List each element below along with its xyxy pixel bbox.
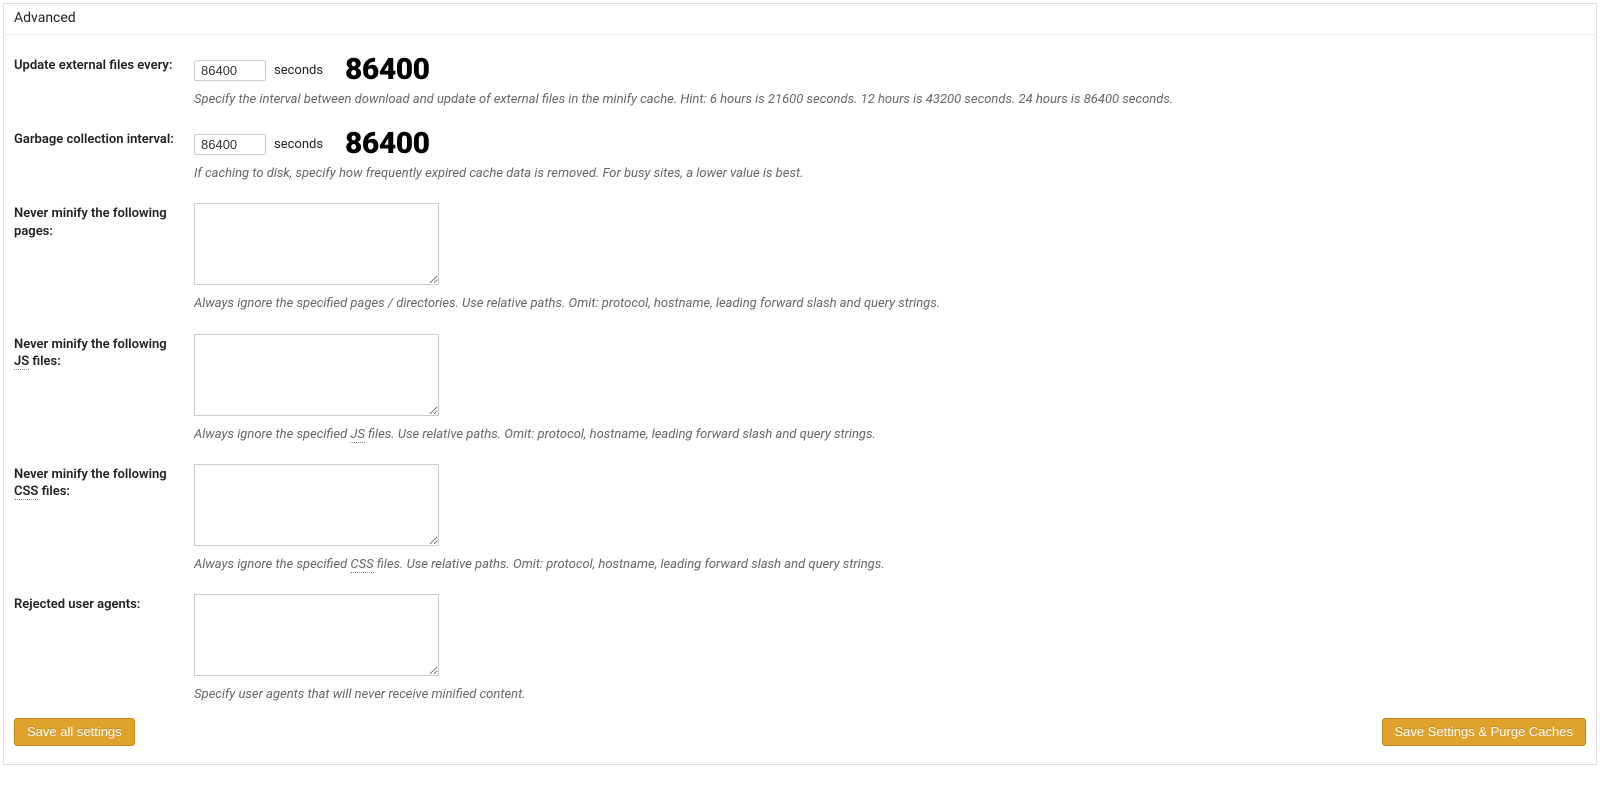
never-pages-desc: Always ignore the specified pages / dire…	[194, 295, 1586, 313]
action-bar: Save all settings Save Settings & Purge …	[4, 704, 1596, 764]
save-all-button[interactable]: Save all settings	[14, 718, 135, 746]
rejected-ua-textarea[interactable]	[194, 594, 439, 676]
gc-interval-input[interactable]	[194, 134, 266, 155]
js-abbr: JS	[14, 354, 29, 370]
advanced-panel: Advanced Update external files every: se…	[3, 3, 1597, 765]
never-css-textarea[interactable]	[194, 464, 439, 546]
update-interval-unit: seconds	[274, 63, 323, 78]
never-css-desc: Always ignore the specified CSS files. U…	[194, 556, 1586, 574]
css-abbr: CSS	[14, 484, 38, 500]
rejected-ua-desc: Specify user agents that will never rece…	[194, 686, 1586, 704]
update-interval-label: Update external files every:	[4, 35, 194, 109]
rejected-ua-label: Rejected user agents:	[4, 574, 194, 704]
never-pages-label: Never minify the following pages:	[4, 183, 194, 313]
gc-interval-desc: If caching to disk, specify how frequent…	[194, 165, 1586, 183]
never-js-textarea[interactable]	[194, 334, 439, 416]
never-js-label: Never minify the following JS files:	[4, 314, 194, 444]
gc-interval-unit: seconds	[274, 137, 323, 152]
settings-form: Update external files every: seconds 864…	[4, 35, 1596, 704]
gc-interval-label: Garbage collection interval:	[4, 109, 194, 183]
gc-interval-big: 86400	[345, 129, 429, 159]
update-interval-desc: Specify the interval between download an…	[194, 91, 1586, 109]
never-js-desc: Always ignore the specified JS files. Us…	[194, 426, 1586, 444]
panel-title: Advanced	[4, 4, 1596, 35]
never-pages-textarea[interactable]	[194, 203, 439, 285]
update-interval-input[interactable]	[194, 60, 266, 81]
save-purge-button[interactable]: Save Settings & Purge Caches	[1382, 718, 1587, 746]
never-css-label: Never minify the following CSS files:	[4, 444, 194, 574]
update-interval-big: 86400	[345, 55, 429, 85]
